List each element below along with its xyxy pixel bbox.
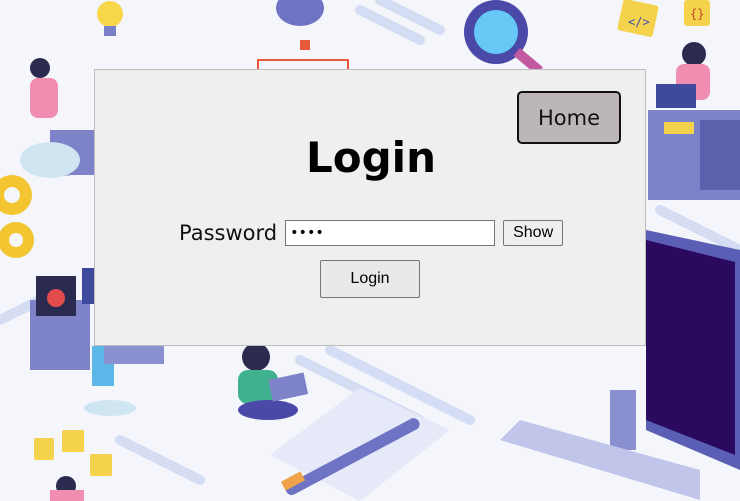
password-label: Password — [179, 221, 278, 245]
login-panel: Home Login Password Show Login — [94, 69, 646, 346]
password-row: Password Show — [179, 218, 564, 248]
page-title: Login — [306, 133, 436, 182]
code-card-icon: </> — [628, 15, 650, 29]
password-input[interactable] — [285, 220, 496, 246]
braces-card-icon: {} — [690, 7, 704, 21]
login-button[interactable]: Login — [320, 260, 420, 298]
show-password-button[interactable]: Show — [503, 220, 564, 246]
lightbulb-icon — [97, 1, 123, 27]
